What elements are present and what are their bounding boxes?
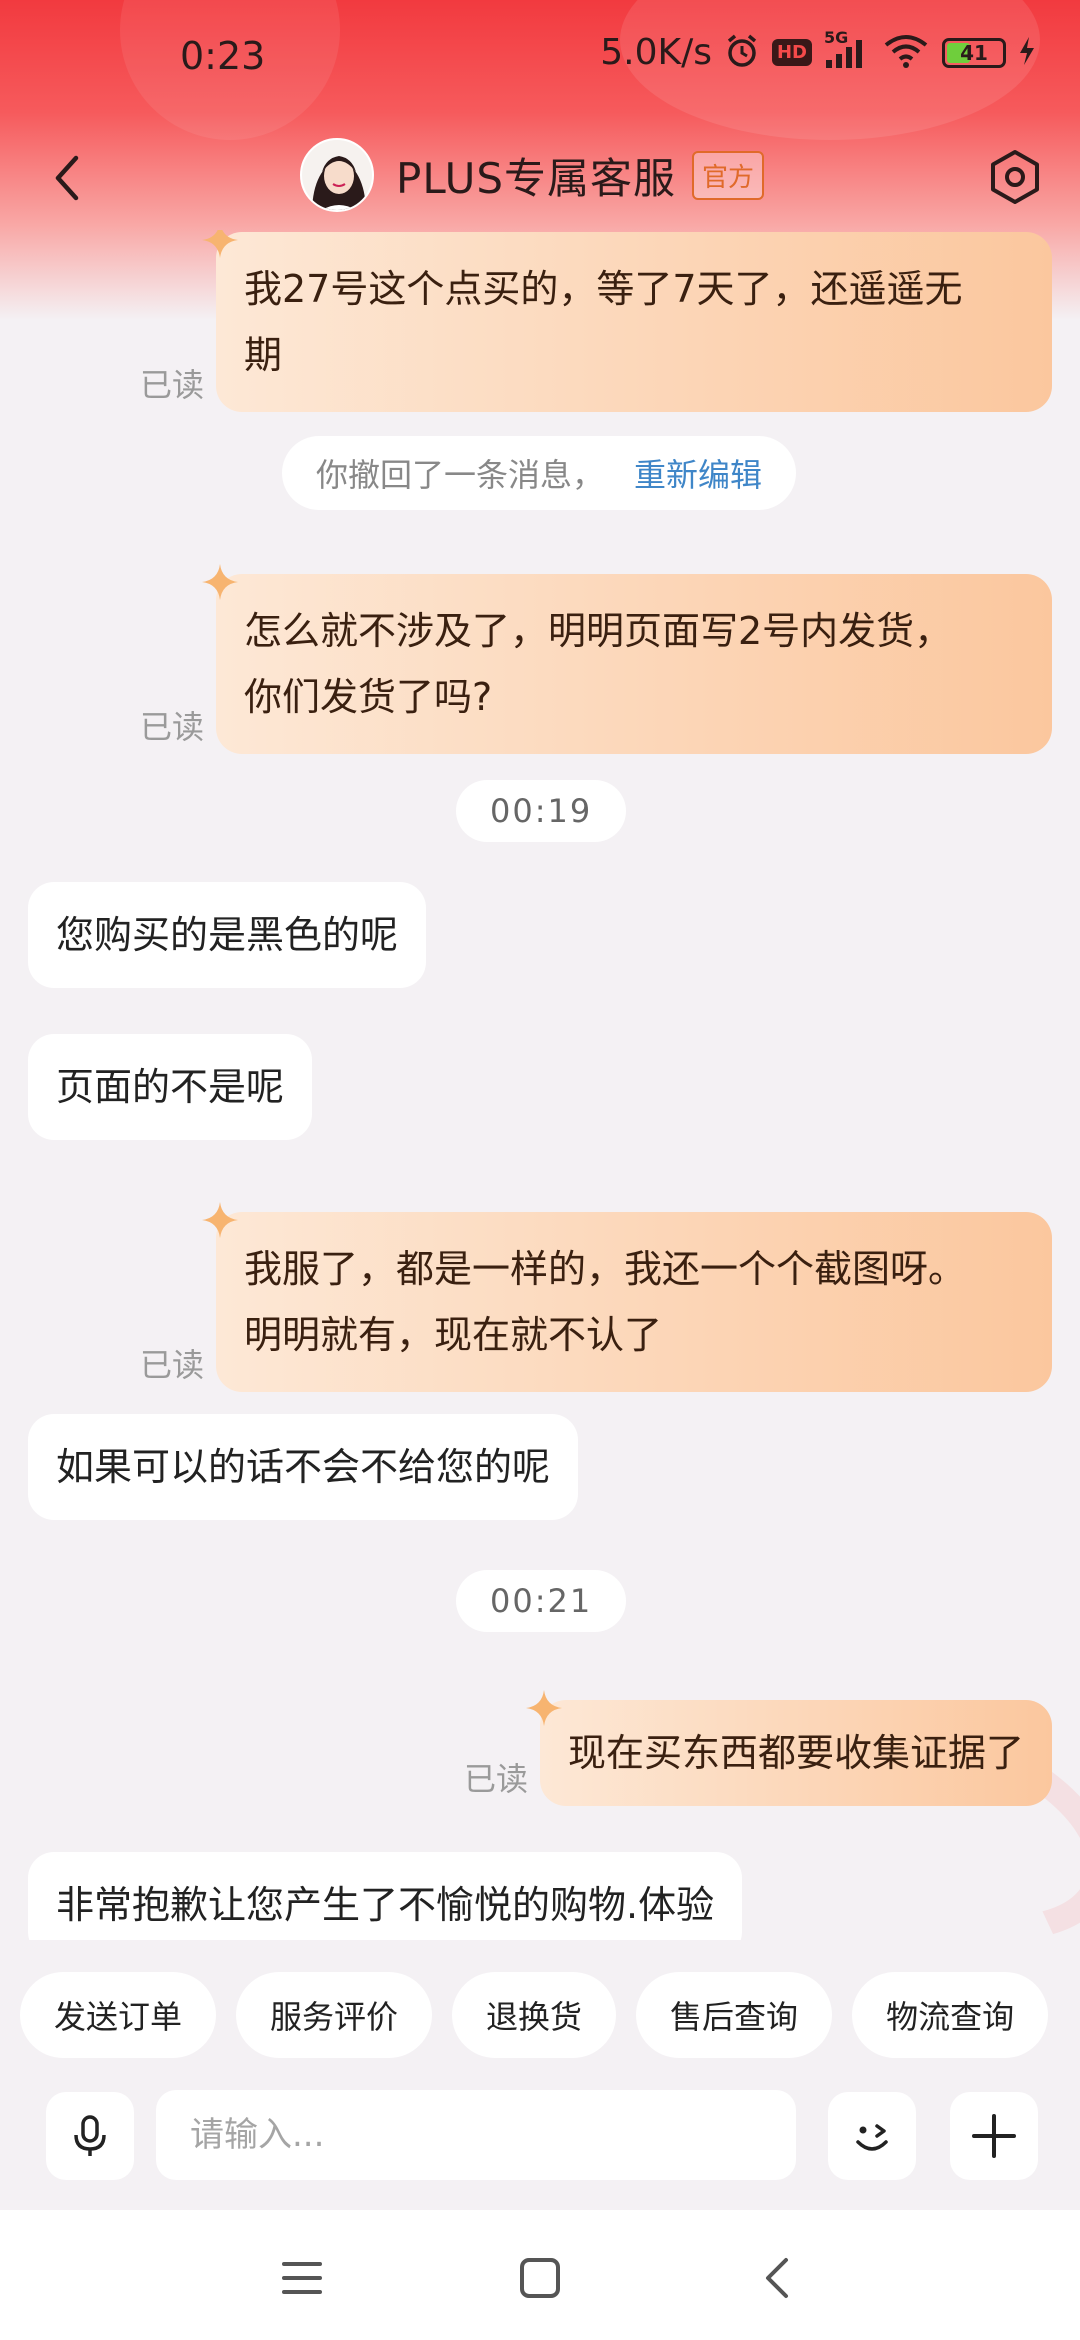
message-bubble[interactable]: 我服了，都是一样的，我还一个个截图呀。 明明就有，现在就不认了 (202, 1202, 1052, 1392)
star-icon (202, 230, 238, 258)
battery-icon: 41 (942, 37, 1006, 68)
timestamp: 00:21 (456, 1570, 627, 1632)
quick-reply-send-order[interactable]: 发送订单 (20, 1972, 217, 2058)
quick-reply-after-sales[interactable]: 售后查询 (636, 1972, 833, 2058)
star-icon (202, 564, 238, 600)
nav-menu-button[interactable] (272, 2248, 332, 2308)
settings-button[interactable] (984, 146, 1046, 208)
message-bubble[interactable]: 我27号这个点买的，等了7天了，还遥遥无 期 (202, 230, 1052, 412)
message-outgoing: 已读 我服了，都是一样的，我还一个个截图呀。 明明就有，现在就不认了 (139, 1202, 1052, 1392)
message-outgoing: 已读 怎么就不涉及了，明明页面写2号内发货， 你们发货了吗? (139, 564, 1052, 754)
message-incoming[interactable]: 您购买的是黑色的呢 (28, 882, 427, 988)
emoji-button[interactable] (828, 2092, 916, 2180)
header-center: PLUS专属客服 官方 (300, 138, 765, 212)
read-status: 已读 (463, 1760, 528, 1798)
page-title: PLUS专属客服 (396, 153, 677, 203)
signal-label: 5G (824, 27, 849, 47)
square-home-icon (520, 2258, 560, 2298)
hexagon-settings-icon (991, 150, 1039, 204)
message-line: 期 (244, 333, 283, 377)
message-line: 我27号这个点买的，等了7天了，还遥遥无 (244, 267, 963, 311)
quick-reply-logistics[interactable]: 物流查询 (852, 1972, 1049, 2058)
signal-icon: 5G (824, 28, 870, 72)
official-badge: 官方 (692, 150, 765, 200)
charging-icon (1018, 36, 1036, 70)
menu-lines-icon (282, 2262, 322, 2294)
recall-notice: 你撤回了一条消息， 重新编辑 (282, 436, 797, 510)
read-status: 已读 (139, 366, 204, 404)
status-time: 0:23 (180, 34, 266, 78)
star-icon (525, 1690, 562, 1726)
chevron-left-icon (766, 2258, 788, 2298)
message-outgoing: 已读 现在买东西都要收集证据了 (463, 1690, 1052, 1806)
status-bar: 0:23 5.0K/s HD 5G 41 (0, 0, 1080, 120)
message-input[interactable] (156, 2090, 796, 2180)
quick-reply-bar: 发送订单 服务评价 退换货 售后查询 物流查询 (20, 1972, 1080, 2058)
read-status: 已读 (139, 708, 204, 746)
system-nav-bar (0, 2210, 1080, 2340)
message-line: 明明就有，现在就不认了 (244, 1313, 663, 1357)
avatar-image (302, 140, 372, 210)
nav-back-button[interactable] (748, 2248, 808, 2308)
message-bubble[interactable]: 怎么就不涉及了，明明页面写2号内发货， 你们发货了吗? (202, 564, 1052, 754)
microphone-icon (74, 2115, 106, 2156)
back-button[interactable] (40, 148, 100, 208)
quick-reply-service-rating[interactable]: 服务评价 (236, 1972, 433, 2058)
chat-messages[interactable]: 已读 我27号这个点买的，等了7天了，还遥遥无 期 你撤回了一条消息， 重新编辑 … (0, 230, 1080, 1940)
message-line: 现在买东西都要收集证据了 (567, 1731, 1024, 1775)
wink-face-icon (856, 2124, 888, 2151)
battery-percent: 41 (960, 40, 988, 65)
message-incoming[interactable]: 非常抱歉让您产生了不愉悦的购物.体验 (28, 1852, 743, 1940)
hd-icon: HD (771, 39, 812, 66)
message-line: 怎么就不涉及了，明明页面写2号内发货， (244, 609, 953, 653)
message-line: 你们发货了吗? (244, 675, 493, 719)
recall-text: 你撤回了一条消息， (316, 456, 605, 494)
star-icon (202, 1202, 238, 1238)
plus-icon (972, 2114, 1016, 2158)
wifi-icon (882, 33, 930, 73)
message-incoming[interactable]: 如果可以的话不会不给您的呢 (28, 1414, 579, 1520)
nav-home-button[interactable] (510, 2248, 570, 2308)
network-speed: 5.0K/s (600, 32, 712, 73)
avatar[interactable] (300, 138, 374, 212)
read-status: 已读 (139, 1346, 204, 1384)
input-bar (0, 2080, 1080, 2210)
chevron-left-icon (55, 155, 79, 201)
chat-header: PLUS专属客服 官方 (0, 120, 1080, 240)
status-icons: 5.0K/s HD 5G 41 (600, 28, 1036, 73)
message-incoming[interactable]: 页面的不是呢 (28, 1034, 313, 1140)
alarm-icon (724, 33, 760, 73)
voice-button[interactable] (46, 2092, 134, 2180)
re-edit-link[interactable]: 重新编辑 (634, 456, 762, 494)
message-line: 我服了，都是一样的，我还一个个截图呀。 (244, 1247, 967, 1291)
timestamp: 00:19 (456, 780, 627, 842)
message-bubble[interactable]: 现在买东西都要收集证据了 (525, 1690, 1052, 1806)
more-button[interactable] (950, 2092, 1038, 2180)
message-outgoing: 已读 我27号这个点买的，等了7天了，还遥遥无 期 (139, 230, 1052, 412)
quick-reply-return-exchange[interactable]: 退换货 (452, 1972, 617, 2058)
